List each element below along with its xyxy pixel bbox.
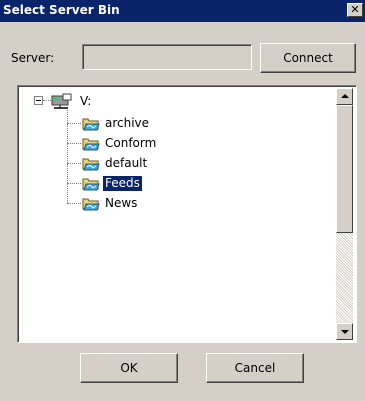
tree-item-label: archive bbox=[105, 116, 150, 130]
vertical-scrollbar[interactable] bbox=[336, 88, 353, 340]
folder-icon bbox=[82, 158, 100, 171]
close-icon[interactable]: ✕ bbox=[347, 3, 363, 17]
connect-button[interactable]: Connect bbox=[260, 43, 356, 73]
folder-icon bbox=[82, 178, 100, 191]
scroll-down-button[interactable] bbox=[336, 323, 353, 340]
arrow-down-icon bbox=[341, 330, 349, 334]
server-label: Server: bbox=[11, 51, 55, 65]
tree-root-label[interactable]: V: bbox=[80, 94, 91, 108]
folder-icon bbox=[82, 198, 100, 211]
tree-connector bbox=[67, 203, 81, 204]
tree-connector bbox=[67, 183, 81, 184]
network-drive-icon bbox=[51, 93, 72, 109]
tree-connector bbox=[43, 100, 51, 101]
folder-icon bbox=[82, 138, 100, 151]
arrow-up-icon bbox=[341, 94, 349, 98]
scroll-up-button[interactable] bbox=[336, 88, 353, 105]
tree-item-label: News bbox=[105, 196, 138, 210]
tree-item-label: Conform bbox=[105, 136, 157, 150]
scroll-thumb[interactable] bbox=[336, 105, 353, 233]
ok-button[interactable]: OK bbox=[80, 353, 178, 383]
tree-connector bbox=[67, 163, 81, 164]
tree-item-label: Feeds bbox=[102, 175, 143, 192]
title-bar: Select Server Bin ✕ bbox=[0, 0, 365, 22]
tree-connector bbox=[67, 143, 81, 144]
window-title: Select Server Bin bbox=[3, 3, 120, 17]
select-server-bin-dialog: Select Server Bin ✕ Server: Connect V: a… bbox=[0, 0, 365, 401]
tree-item-label: default bbox=[105, 156, 148, 170]
collapse-toggle[interactable] bbox=[34, 96, 43, 105]
tree-connector bbox=[67, 123, 81, 124]
cancel-button[interactable]: Cancel bbox=[206, 353, 304, 383]
folder-icon bbox=[82, 118, 100, 131]
server-input[interactable] bbox=[82, 44, 252, 70]
